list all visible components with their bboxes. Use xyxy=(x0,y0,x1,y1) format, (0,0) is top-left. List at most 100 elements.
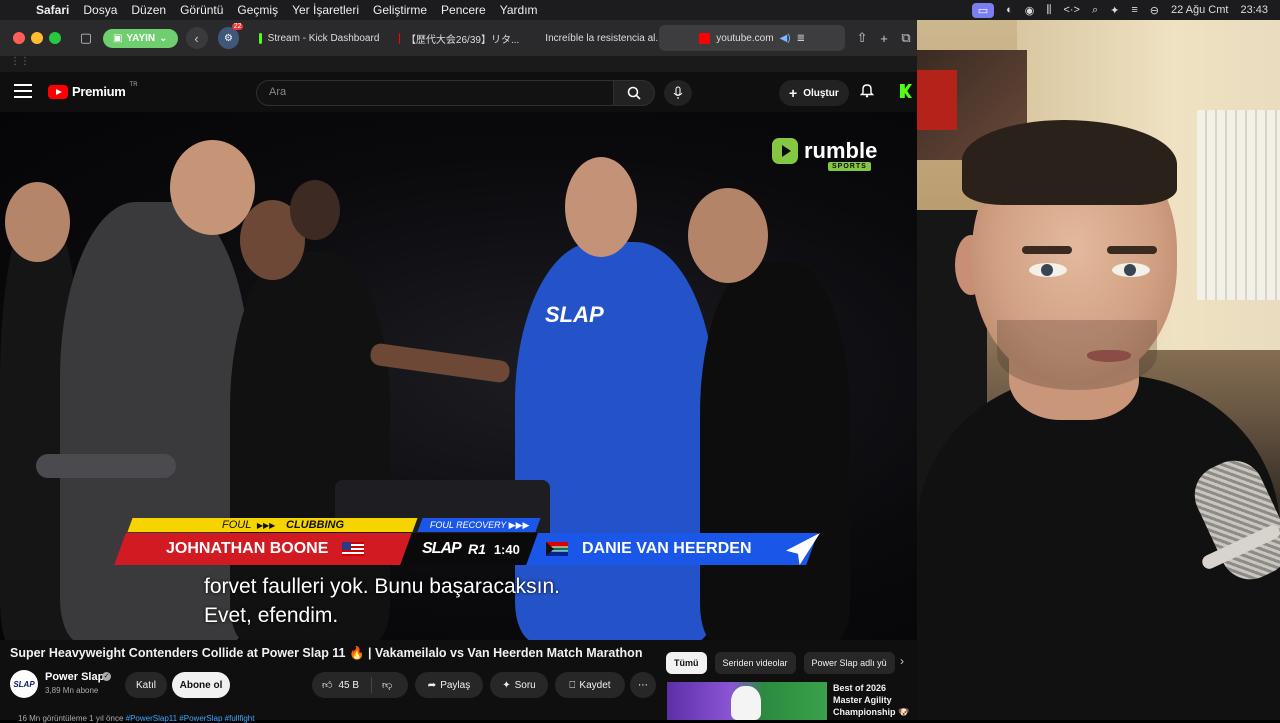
subscribe-button[interactable]: Abone ol xyxy=(172,672,230,698)
create-button[interactable]: + Oluştur xyxy=(779,80,849,106)
channel-avatar[interactable]: SLAP xyxy=(10,670,38,698)
rumble-text: rumble xyxy=(804,138,878,163)
notifications-bell-icon[interactable] xyxy=(859,82,875,103)
search-input[interactable]: Ara xyxy=(256,80,614,106)
slap-league-logo: SLAP xyxy=(421,540,461,557)
menu-bookmarks[interactable]: Yer İşaretleri xyxy=(292,3,359,17)
control-center-icon[interactable]: ≡ xyxy=(1131,4,1137,16)
sparkle-icon[interactable]: ✦ xyxy=(1110,4,1119,17)
tab-kick-dashboard[interactable]: Stream - Kick Dashboard xyxy=(249,25,389,51)
foul-arrows: ▶▶▶ xyxy=(257,520,276,530)
sidebar-toggle-icon[interactable]: ▢ xyxy=(75,27,97,49)
safari-toolbar: ▢ ▣ YAYIN ⌄ ‹ ⚙ 22 Stream - Kick Dashboa… xyxy=(0,20,917,56)
background-person-head xyxy=(290,180,340,240)
code-icon[interactable]: <·> xyxy=(1063,4,1080,16)
fighter-head xyxy=(565,157,637,257)
us-flag-icon xyxy=(342,542,365,556)
address-bar-url[interactable]: youtube.com xyxy=(716,33,773,44)
dislike-button[interactable]: 👎︎ xyxy=(372,679,392,691)
chip-all[interactable]: Tümü xyxy=(666,652,707,674)
voice-search-button[interactable] xyxy=(664,80,692,106)
rumble-logo-icon xyxy=(772,138,798,164)
tab-youtube-active[interactable]: youtube.com ◀) ≣ xyxy=(659,25,846,51)
subtitle-line: forvet faulleri yok. Bunu başaracaksın. xyxy=(204,575,561,598)
share-button[interactable]: ➦ Paylaş xyxy=(415,672,483,698)
official-head xyxy=(688,188,768,283)
share-arrow-icon: ➦ xyxy=(427,679,437,691)
tab-label: 【歴代大会26/39】リタ... xyxy=(405,34,520,46)
youtube-favicon-icon xyxy=(399,32,400,44)
youtube-play-icon xyxy=(48,84,68,99)
more-actions-button[interactable]: ⋯ xyxy=(630,672,656,698)
extension-icon: ⚙ xyxy=(224,32,233,44)
menu-bar: Safari Dosya Düzen Görüntü Geçmiş Yer İş… xyxy=(0,0,1280,20)
tab-youtube-spanish[interactable]: Increíble la resistencia al... xyxy=(529,25,659,51)
audio-playing-icon[interactable]: ◀) xyxy=(780,33,791,44)
menu-edit[interactable]: Düzen xyxy=(131,3,166,17)
profile-button[interactable]: ▣ YAYIN ⌄ xyxy=(102,28,178,48)
left-fighter-bar: JOHNATHAN BOONE xyxy=(114,533,416,565)
menu-window[interactable]: Pencere xyxy=(441,3,486,17)
plus-icon: + xyxy=(789,85,798,101)
chevron-down-icon: ⌄ xyxy=(159,32,168,44)
menu-develop[interactable]: Geliştirme xyxy=(373,3,427,17)
tab-label: Increíble la resistencia al... xyxy=(545,32,660,44)
menu-history[interactable]: Geçmiş xyxy=(237,3,278,17)
menubar-date[interactable]: 22 Ağu Cmt xyxy=(1171,4,1228,16)
menu-help[interactable]: Yardım xyxy=(500,3,538,17)
screen-mirroring-icon[interactable]: ▭ xyxy=(971,2,995,18)
reader-icon[interactable]: ≣ xyxy=(797,33,805,44)
channel-name[interactable]: Power Slap xyxy=(45,671,104,683)
back-button[interactable]: ‹ xyxy=(185,27,208,49)
streamer-mouth xyxy=(1087,350,1131,362)
recommendation-chips: Tümü Seriden videolar Power Slap adlı yü xyxy=(666,652,895,674)
like-dislike-group: 👍︎ 45 B 👎︎ xyxy=(312,672,408,698)
streamer-right-eye xyxy=(1112,263,1150,277)
kick-extension-icon[interactable] xyxy=(900,84,912,98)
search-button[interactable] xyxy=(613,80,655,106)
sparkle-icon: ✦ xyxy=(502,679,511,691)
youtube-premium-logo[interactable]: Premium TR xyxy=(48,82,138,99)
close-window-button[interactable] xyxy=(13,32,25,44)
chip-series[interactable]: Seriden videolar xyxy=(714,652,796,674)
video-player[interactable]: SLAP rumble SPORTS FOUL ▶▶▶ CLUBBING FOU… xyxy=(0,112,917,640)
obs-icon[interactable]: ◐ xyxy=(1006,4,1013,16)
video-hashtags[interactable]: #PowerSlap11 #PowerSlap #fullfight xyxy=(126,714,255,723)
streamer-left-eye xyxy=(1029,263,1067,277)
chevron-right-icon[interactable]: › xyxy=(900,654,904,668)
menu-file[interactable]: Dosya xyxy=(83,3,117,17)
extension-button[interactable]: ⚙ 22 xyxy=(217,23,244,49)
subtitle-line: Evet, efendim. xyxy=(204,604,339,627)
south-africa-flag-icon xyxy=(546,542,568,556)
tab-overview-icon[interactable]: ⧉ xyxy=(895,27,917,49)
menubar-status-area: ▭ ◐ ◉ ⫼ <·> ⌕ ✦ ≡ ⊖ 22 Ağu Cmt 23:43 xyxy=(971,2,1280,18)
extension-count-badge: 22 xyxy=(231,23,244,30)
profile-icon: ▣ xyxy=(112,32,123,44)
hamburger-menu-icon[interactable] xyxy=(14,84,32,102)
record-icon[interactable]: ◉ xyxy=(1025,4,1035,17)
rumble-sports-watermark: rumble SPORTS xyxy=(772,138,878,171)
menubar-time[interactable]: 23:43 xyxy=(1240,4,1268,16)
ask-button[interactable]: ✦ Soru xyxy=(490,672,548,698)
new-tab-icon[interactable]: + xyxy=(873,27,895,49)
menu-app-name[interactable]: Safari xyxy=(36,3,69,17)
thumbs-down-icon: 👎︎ xyxy=(382,680,393,691)
join-button[interactable]: Katıl xyxy=(125,672,167,698)
ask-label: Soru xyxy=(514,679,536,691)
focus-icon[interactable]: ⊖ xyxy=(1150,4,1159,17)
recommendation-thumbnail[interactable] xyxy=(667,682,827,720)
save-button[interactable]: ⎕ Kaydet xyxy=(555,672,625,698)
menu-view[interactable]: Görüntü xyxy=(180,3,223,17)
spotlight-icon[interactable]: ⌕ xyxy=(1092,4,1098,17)
share-icon[interactable]: ⇧ xyxy=(851,27,873,49)
zoom-window-button[interactable] xyxy=(48,32,61,44)
minimize-window-button[interactable] xyxy=(30,32,43,44)
tab-youtube-japanese[interactable]: 【歴代大会26/39】リタ... xyxy=(389,25,529,51)
chip-channel[interactable]: Power Slap adlı yü xyxy=(803,652,895,674)
like-button[interactable]: 👍︎ 45 B xyxy=(312,677,372,693)
recommendation-title[interactable]: Best of 2026 Master Agility Championship… xyxy=(833,682,917,720)
youtube-header: Premium TR Ara + Oluştur xyxy=(0,72,917,112)
fight-info-bar: SLAP R1 1:40 xyxy=(400,533,542,565)
equalizer-icon[interactable]: ⫼ xyxy=(1046,4,1051,17)
video-stats: 16 Mn görüntüleme 1 yıl önce #PowerSlap1… xyxy=(18,714,254,723)
